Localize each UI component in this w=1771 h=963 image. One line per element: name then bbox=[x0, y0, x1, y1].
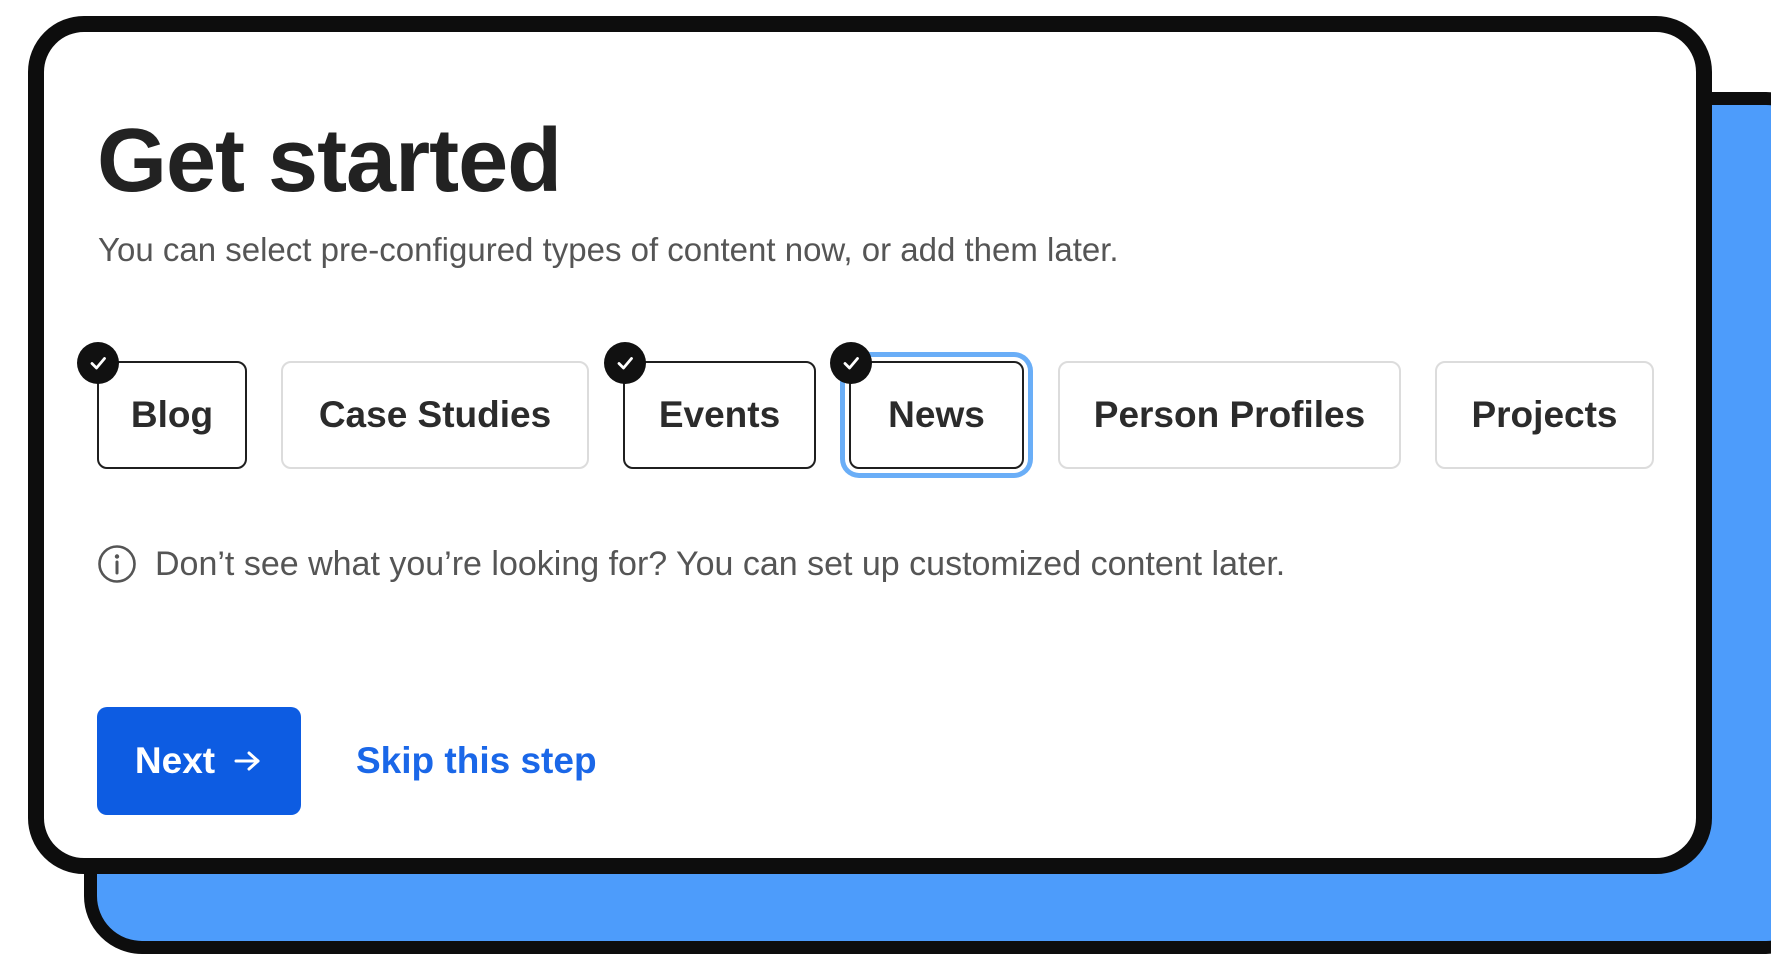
content-type-events[interactable]: Events bbox=[623, 361, 816, 469]
content-type-blog[interactable]: Blog bbox=[97, 361, 247, 469]
content-type-news[interactable]: News bbox=[849, 361, 1024, 469]
content-type-label: Projects bbox=[1471, 394, 1618, 435]
content-type-label: Case Studies bbox=[318, 394, 552, 435]
content-type-label: Events bbox=[658, 394, 781, 435]
page-subtitle: You can select pre-configured types of c… bbox=[98, 231, 1119, 268]
next-button[interactable]: Next bbox=[97, 707, 301, 815]
next-button-label: Next bbox=[134, 740, 216, 781]
page-title: Get started bbox=[97, 111, 562, 211]
skip-step-link[interactable]: Skip this step bbox=[356, 740, 597, 782]
content-type-projects[interactable]: Projects bbox=[1435, 361, 1654, 469]
content-type-label: Blog bbox=[130, 394, 214, 435]
content-type-person-profiles[interactable]: Person Profiles bbox=[1058, 361, 1401, 469]
check-icon bbox=[604, 342, 646, 384]
content-type-case-studies[interactable]: Case Studies bbox=[281, 361, 589, 469]
content-type-label: News bbox=[888, 394, 985, 435]
info-message: Don’t see what you’re looking for? You c… bbox=[97, 544, 1285, 584]
info-text: Don’t see what you’re looking for? You c… bbox=[155, 545, 1286, 583]
check-icon bbox=[77, 342, 119, 384]
check-icon bbox=[830, 342, 872, 384]
info-icon bbox=[97, 544, 137, 584]
content-type-label: Person Profiles bbox=[1093, 394, 1366, 435]
arrow-right-icon bbox=[233, 740, 263, 782]
